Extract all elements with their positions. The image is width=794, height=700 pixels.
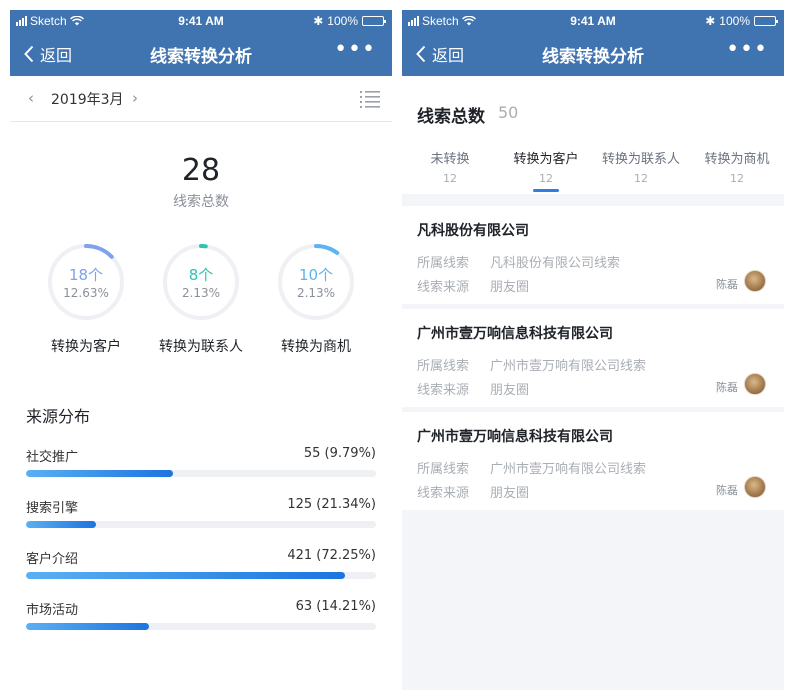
source-bar-fill — [26, 572, 345, 579]
owner-name: 陈磊 — [716, 381, 738, 394]
next-month-button[interactable]: › — [132, 89, 138, 107]
source-row[interactable]: 客户介绍 421 (72.25%) — [26, 548, 376, 588]
ring-caption: 转换为客户 — [51, 339, 121, 355]
field-label: 所属线索 — [417, 359, 470, 374]
total-leads-label: 线索总数 — [173, 194, 229, 210]
field-label: 所属线索 — [417, 462, 470, 477]
source-name: 客户介绍 — [26, 552, 79, 567]
analysis-screen: Sketch 9:41 AM ✱ 100% 返回 线索转换分析 ••• ‹ 20… — [10, 10, 392, 690]
status-bar: Sketch 9:41 AM ✱ 100% — [10, 10, 392, 32]
ring-percent: 12.63% — [63, 286, 109, 300]
source-section-title: 来源分布 — [26, 407, 91, 426]
tab-count: 12 — [539, 172, 553, 185]
ring-count: 10个 — [298, 266, 334, 284]
field-label: 所属线索 — [417, 256, 470, 271]
battery-label: 100% — [327, 14, 358, 28]
source-row[interactable]: 搜索引擎 125 (21.34%) — [26, 497, 376, 537]
source-name: 搜索引擎 — [26, 501, 79, 516]
ring-contact[interactable]: 8个 2.13% — [161, 242, 241, 322]
nav-bar: 返回 线索转换分析 ••• — [402, 32, 784, 76]
tab-count: 12 — [634, 172, 648, 185]
summary-title: 线索总数 — [417, 107, 485, 127]
tab-count: 12 — [443, 172, 457, 185]
source-bar-fill — [26, 623, 149, 630]
battery-icon — [362, 16, 386, 26]
header: Sketch 9:41 AM ✱ 100% 返回 线索转换分析 ••• — [402, 10, 784, 76]
source-name: 市场活动 — [26, 603, 79, 618]
ring-caption: 转换为商机 — [281, 339, 351, 355]
source-value: 421 (72.25%) — [287, 548, 376, 563]
field-value: 朋友圈 — [490, 486, 530, 501]
tab-label: 转换为商机 — [704, 152, 770, 167]
tab-unconverted[interactable]: 未转换 12 — [402, 148, 498, 185]
tab-label: 转换为客户 — [513, 152, 579, 167]
total-leads-value: 28 — [181, 153, 221, 188]
tab-to-opportunity[interactable]: 转换为商机 12 — [689, 148, 784, 185]
more-button[interactable]: ••• — [334, 39, 376, 61]
bluetooth-icon: ✱ — [313, 14, 324, 28]
ring-percent: 2.13% — [296, 286, 336, 300]
source-bar-fill — [26, 521, 96, 528]
field-value: 朋友圈 — [490, 280, 530, 295]
lead-summary: 线索总数 50 未转换 12 转换为客户 12 转换为联系人 12 转换为商机 … — [402, 76, 784, 194]
prev-month-button[interactable]: ‹ — [28, 89, 34, 107]
source-bar-fill — [26, 470, 173, 477]
tab-count: 12 — [730, 172, 744, 185]
source-bar-track — [26, 521, 376, 528]
more-button[interactable]: ••• — [726, 39, 768, 61]
avatar — [744, 270, 766, 292]
status-bar: Sketch 9:41 AM ✱ 100% — [402, 10, 784, 32]
company-name: 凡科股份有限公司 — [417, 223, 529, 239]
ring-count: 18个 — [68, 266, 104, 284]
source-name: 社交推广 — [26, 450, 79, 465]
bluetooth-icon: ✱ — [705, 14, 716, 28]
ring-customer[interactable]: 18个 12.63% — [46, 242, 126, 322]
ring-opportunity[interactable]: 10个 2.13% — [276, 242, 356, 322]
source-bar-track — [26, 572, 376, 579]
list-icon[interactable] — [360, 90, 380, 108]
month-selector: ‹ 2019年3月 › — [10, 76, 392, 122]
battery-label: 100% — [719, 14, 750, 28]
avatar — [744, 373, 766, 395]
field-label: 线索来源 — [417, 486, 470, 501]
header: Sketch 9:41 AM ✱ 100% 返回 线索转换分析 ••• — [10, 10, 392, 76]
lead-card[interactable]: 广州市壹万响信息科技有限公司 所属线索 广州市壹万响有限公司线索 线索来源 朋友… — [402, 309, 784, 407]
summary-count: 50 — [498, 103, 519, 122]
month-label[interactable]: 2019年3月 — [51, 89, 124, 109]
ring-caption: 转换为联系人 — [159, 339, 243, 355]
field-value: 广州市壹万响有限公司线索 — [490, 462, 647, 477]
source-bar-track — [26, 470, 376, 477]
company-name: 广州市壹万响信息科技有限公司 — [417, 326, 613, 342]
lead-list-screen: Sketch 9:41 AM ✱ 100% 返回 线索转换分析 ••• 线索总数… — [402, 10, 784, 690]
tab-to-contact[interactable]: 转换为联系人 12 — [593, 148, 689, 185]
tab-label: 转换为联系人 — [601, 152, 680, 167]
battery-icon — [754, 16, 778, 26]
company-name: 广州市壹万响信息科技有限公司 — [417, 429, 613, 445]
tab-label: 未转换 — [430, 152, 470, 167]
source-row[interactable]: 社交推广 55 (9.79%) — [26, 446, 376, 486]
field-label: 线索来源 — [417, 280, 470, 295]
owner-name: 陈磊 — [716, 278, 738, 291]
avatar — [744, 476, 766, 498]
owner-name: 陈磊 — [716, 484, 738, 497]
ring-percent: 2.13% — [181, 286, 221, 300]
source-value: 55 (9.79%) — [303, 446, 376, 461]
tab-to-customer[interactable]: 转换为客户 12 — [498, 148, 594, 185]
field-value: 朋友圈 — [490, 383, 530, 398]
field-value: 广州市壹万响有限公司线索 — [490, 359, 647, 374]
ring-count: 8个 — [188, 266, 214, 284]
lead-card[interactable]: 凡科股份有限公司 所属线索 凡科股份有限公司线索 线索来源 朋友圈 陈磊 — [402, 206, 784, 304]
active-tab-indicator — [533, 189, 559, 192]
source-value: 63 (14.21%) — [295, 599, 376, 614]
source-value: 125 (21.34%) — [287, 497, 376, 512]
field-label: 线索来源 — [417, 383, 470, 398]
field-value: 凡科股份有限公司线索 — [490, 256, 621, 271]
nav-bar: 返回 线索转换分析 ••• — [10, 32, 392, 76]
source-bar-track — [26, 623, 376, 630]
source-row[interactable]: 市场活动 63 (14.21%) — [26, 599, 376, 639]
lead-card[interactable]: 广州市壹万响信息科技有限公司 所属线索 广州市壹万响有限公司线索 线索来源 朋友… — [402, 412, 784, 510]
